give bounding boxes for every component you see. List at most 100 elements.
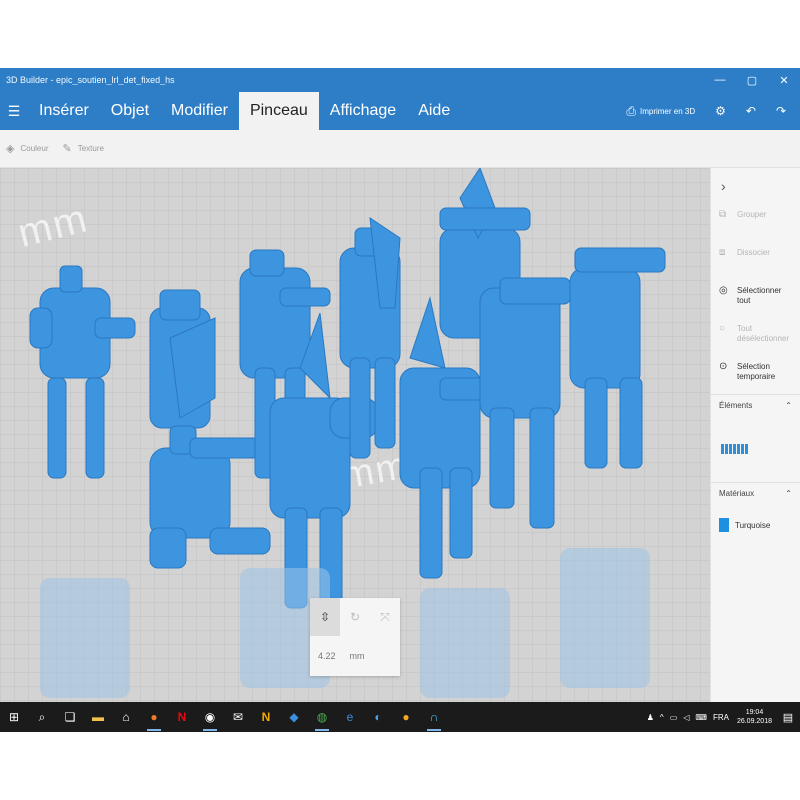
color-tool-button[interactable]: ◈ Couleur	[6, 142, 48, 155]
measure-tool-button[interactable]: ⇳	[310, 598, 340, 636]
taskbar-app[interactable]: ●	[140, 702, 168, 732]
edge-icon: e	[346, 710, 354, 724]
hamburger-icon[interactable]: ☰	[0, 92, 28, 130]
chrome-icon: ◍	[316, 710, 328, 724]
taskbar-app[interactable]: N	[168, 702, 196, 732]
taskbar-app[interactable]: ⌂	[112, 702, 140, 732]
search-icon: ⌕	[38, 709, 46, 724]
select-all-label: Sélectionner tout	[737, 286, 782, 305]
people-icon[interactable]: ♟	[647, 713, 654, 722]
redo-icon: ↷	[775, 104, 786, 118]
maximize-button[interactable]: ▢	[736, 68, 768, 92]
deselect-icon: ○	[719, 323, 726, 334]
select-all-icon: ◎	[719, 285, 728, 296]
system-tray: ♟ ^ ▭ ◁ ⌨ FRA	[647, 713, 733, 722]
elements-heading: Éléments	[719, 401, 753, 410]
task-view-button[interactable]: ❏	[56, 702, 84, 732]
notification-button[interactable]: ▤	[776, 702, 800, 732]
taskbar-app[interactable]: ∩	[420, 702, 448, 732]
network-icon[interactable]: ▭	[670, 713, 678, 722]
material-swatch	[719, 518, 729, 532]
redo-button[interactable]: ↷	[768, 104, 794, 118]
collapse-panel-button[interactable]: ›	[711, 168, 800, 204]
print-3d-button[interactable]: ⎙ Imprimer en 3D	[618, 104, 703, 119]
scale-icon: ⤧	[380, 609, 390, 624]
taskbar-app[interactable]: ◐	[364, 702, 392, 732]
start-button[interactable]: ⊞	[0, 702, 28, 732]
taskbar-app[interactable]: ●	[392, 702, 420, 732]
menu-bar: ☰ Insérer Objet Modifier Pinceau Afficha…	[0, 92, 800, 130]
taskbar-app[interactable]: ✉	[224, 702, 252, 732]
elements-section-header[interactable]: Éléments ⌃	[711, 394, 800, 416]
app-icon: ●	[402, 710, 410, 724]
texture-tool-button[interactable]: ✎ Texture	[62, 142, 103, 155]
windows-icon: ⊞	[8, 710, 20, 724]
taskbar-app[interactable]: ◆	[280, 702, 308, 732]
taskbar-app[interactable]: ◉	[196, 702, 224, 732]
paint-bucket-icon: ◈	[6, 143, 15, 155]
tab-modifier[interactable]: Modifier	[160, 92, 239, 130]
group-label: Grouper	[737, 210, 767, 219]
minimize-button[interactable]: —	[704, 68, 736, 92]
search-button[interactable]: ⌕	[28, 702, 56, 732]
dropbox-icon: ◆	[289, 710, 299, 724]
clock[interactable]: 19:04 26.09.2018	[733, 708, 776, 726]
file-explorer-icon: ▬	[92, 710, 104, 724]
language-indicator[interactable]: FRA	[713, 713, 729, 722]
rotate-icon: ↻	[349, 610, 361, 624]
app-icon: ◐	[374, 710, 382, 724]
taskbar-app[interactable]: N	[252, 702, 280, 732]
scale-button[interactable]: ⤧	[370, 598, 400, 636]
undo-button[interactable]: ↶	[738, 104, 764, 118]
elements-list	[711, 416, 800, 482]
volume-icon[interactable]: ◁	[683, 713, 689, 722]
windows-taskbar: ⊞ ⌕ ❏ ▬ ⌂ ● N ◉ ✉ N ◆ ◍ e ◐ ● ∩ ♟ ^ ▭ ◁ …	[0, 702, 800, 732]
ungroup-label: Dissocier	[737, 248, 770, 257]
texture-tool-label: Texture	[77, 144, 104, 153]
taskbar-app[interactable]: ▬	[84, 702, 112, 732]
chevron-right-icon: ›	[721, 178, 726, 194]
tab-affichage[interactable]: Affichage	[319, 92, 407, 130]
object-panel: › ⧉ Grouper ⧈ Dissocier ◎ Sélectionner t…	[710, 168, 800, 702]
chevron-up-icon: ⌃	[785, 401, 792, 410]
3d-viewport[interactable]: mm mm ⇳ ↻ ⤧ 4.22 mm	[0, 168, 710, 702]
notification-icon: ▤	[782, 711, 794, 724]
material-item[interactable]: Turquoise	[711, 504, 800, 546]
chevron-up-icon: ⌃	[785, 489, 792, 498]
element-thumbnail[interactable]	[721, 444, 748, 454]
tab-aide[interactable]: Aide	[407, 92, 461, 130]
material-name: Turquoise	[735, 520, 771, 530]
materials-section-header[interactable]: Matériaux ⌃	[711, 482, 800, 504]
title-bar: 3D Builder - epic_soutien_lrl_det_fixed_…	[0, 68, 800, 92]
close-button[interactable]: ✕	[768, 68, 800, 92]
store-icon: ⌂	[122, 710, 130, 724]
ungroup-icon: ⧈	[719, 247, 726, 258]
keyboard-icon[interactable]: ⌨	[695, 713, 707, 722]
tab-pinceau[interactable]: Pinceau	[238, 92, 319, 130]
rotate-button[interactable]: ↻	[340, 598, 370, 636]
measure-unit: mm	[349, 651, 365, 661]
taskbar-app[interactable]: ◍	[308, 702, 336, 732]
deselect-all-button[interactable]: ○ Tout désélectionner	[711, 318, 800, 356]
screen: 3D Builder - epic_soutien_lrl_det_fixed_…	[0, 68, 800, 732]
tab-objet[interactable]: Objet	[100, 92, 160, 130]
ungroup-button[interactable]: ⧈ Dissocier	[711, 242, 800, 280]
printer-icon: ⎙	[626, 103, 636, 118]
settings-button[interactable]: ⚙	[707, 104, 734, 118]
select-all-button[interactable]: ◎ Sélectionner tout	[711, 280, 800, 318]
clock-date: 26.09.2018	[736, 718, 772, 725]
netflix-icon: N	[177, 710, 187, 724]
group-button[interactable]: ⧉ Grouper	[711, 204, 800, 242]
brush-icon: ✎	[62, 143, 72, 155]
tab-inserer[interactable]: Insérer	[28, 92, 100, 130]
gear-icon: ⚙	[715, 104, 726, 118]
measure-value[interactable]: 4.22	[318, 651, 336, 661]
print-3d-label: Imprimer en 3D	[639, 106, 696, 116]
miniature-figure	[569, 247, 666, 469]
chevron-up-icon[interactable]: ^	[660, 713, 664, 722]
brush-toolbar: ◈ Couleur ✎ Texture	[0, 130, 800, 168]
miniature-figure	[479, 277, 571, 529]
undo-icon: ↶	[745, 104, 756, 118]
taskbar-app[interactable]: e	[336, 702, 364, 732]
temp-select-button[interactable]: ⊙ Sélection temporaire	[711, 356, 800, 394]
